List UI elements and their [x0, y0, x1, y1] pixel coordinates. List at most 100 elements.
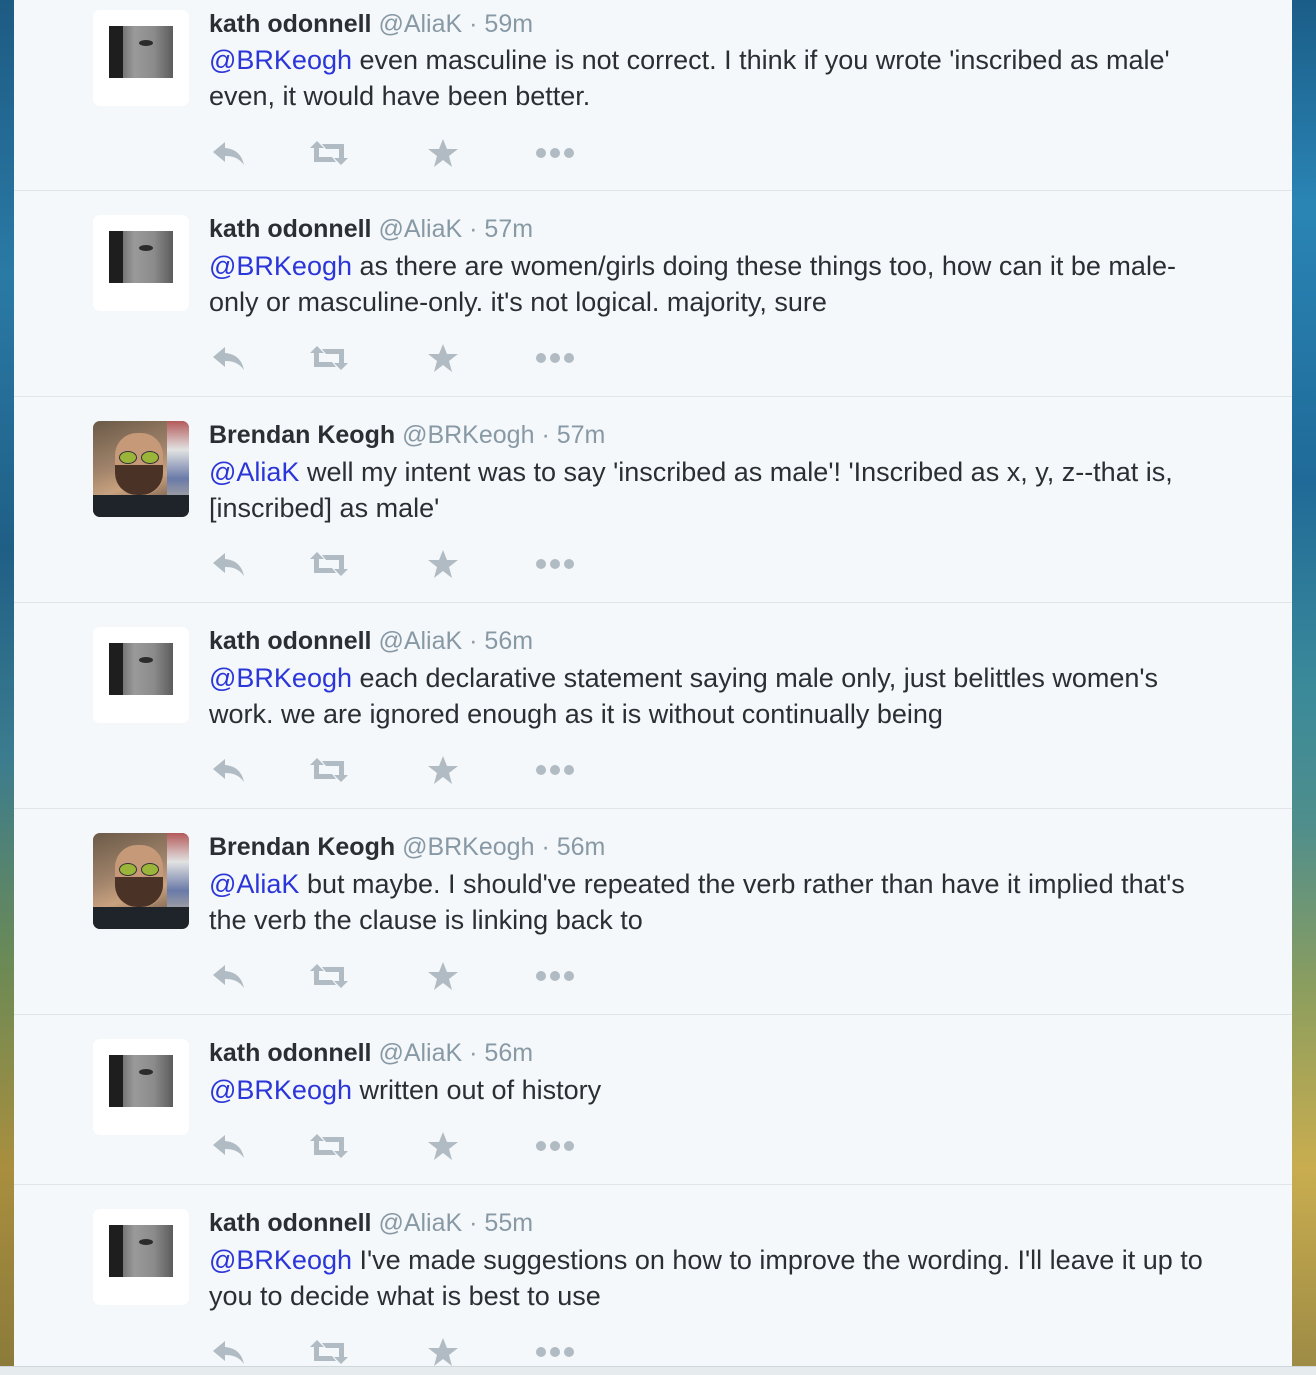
tweet: kath odonnell @AliaK · 56m @BRKeogh each…: [14, 603, 1292, 809]
avatar[interactable]: [93, 10, 189, 106]
author-handle[interactable]: @AliaK: [378, 1209, 462, 1237]
tweet-actions: [209, 1129, 629, 1163]
more-button[interactable]: [535, 1335, 575, 1366]
tweet-time[interactable]: · 55m: [469, 1209, 533, 1237]
author-handle[interactable]: @BRKeogh: [402, 421, 534, 449]
tweet-header: kath odonnell @AliaK · 56m: [209, 1038, 533, 1068]
avatar[interactable]: [93, 1209, 189, 1305]
tweet-timeline: kath odonnell @AliaK · 59m @BRKeogh even…: [14, 0, 1292, 1366]
tweet-header: Brendan Keogh @BRKeogh · 57m: [209, 420, 605, 450]
star-icon: [427, 1131, 459, 1161]
mention-link[interactable]: @BRKeogh: [209, 45, 352, 75]
tweet-text: @BRKeogh written out of history: [209, 1072, 1219, 1108]
mention-link[interactable]: @BRKeogh: [209, 1075, 352, 1105]
more-dots-icon: [535, 147, 575, 159]
tweet-time[interactable]: · 57m: [541, 421, 605, 449]
tweet: Brendan Keogh @BRKeogh · 56m @AliaK but …: [14, 809, 1292, 1015]
author-name[interactable]: kath odonnell: [209, 215, 372, 243]
tweet-actions: [209, 1335, 629, 1366]
favorite-button[interactable]: [423, 1129, 463, 1163]
author-name[interactable]: kath odonnell: [209, 1209, 372, 1237]
reply-button[interactable]: [209, 341, 249, 375]
mention-link[interactable]: @AliaK: [209, 457, 299, 487]
tweet-actions: [209, 341, 629, 375]
avatar[interactable]: [93, 421, 189, 517]
author-handle[interactable]: @AliaK: [378, 1039, 462, 1067]
favorite-button[interactable]: [423, 753, 463, 787]
tweet-time[interactable]: · 57m: [469, 215, 533, 243]
author-handle[interactable]: @AliaK: [378, 627, 462, 655]
reply-icon: [211, 756, 247, 784]
tweet-header: kath odonnell @AliaK · 59m: [209, 9, 533, 39]
avatar[interactable]: [93, 833, 189, 929]
tweet-time[interactable]: · 59m: [469, 10, 533, 38]
favorite-button[interactable]: [423, 341, 463, 375]
retweet-button[interactable]: [309, 753, 349, 787]
star-icon: [427, 961, 459, 991]
tweet-text: @BRKeogh as there are women/girls doing …: [209, 248, 1219, 320]
tweet-body: well my intent was to say 'inscribed as …: [209, 457, 1173, 523]
mention-link[interactable]: @BRKeogh: [209, 251, 352, 281]
reply-button[interactable]: [209, 753, 249, 787]
favorite-button[interactable]: [423, 959, 463, 993]
author-handle[interactable]: @BRKeogh: [402, 833, 534, 861]
author-handle[interactable]: @AliaK: [378, 10, 462, 38]
retweet-icon: [308, 756, 350, 784]
more-button[interactable]: [535, 136, 575, 170]
retweet-button[interactable]: [309, 547, 349, 581]
retweet-icon: [308, 344, 350, 372]
more-button[interactable]: [535, 1129, 575, 1163]
retweet-button[interactable]: [309, 136, 349, 170]
author-name[interactable]: Brendan Keogh: [209, 421, 395, 449]
more-button[interactable]: [535, 547, 575, 581]
tweet-time[interactable]: · 56m: [469, 1039, 533, 1067]
reply-icon: [211, 1338, 247, 1366]
more-dots-icon: [535, 1346, 575, 1358]
retweet-button[interactable]: [309, 1335, 349, 1366]
tweet-time[interactable]: · 56m: [469, 627, 533, 655]
avatar[interactable]: [93, 627, 189, 723]
mention-link[interactable]: @BRKeogh: [209, 1245, 352, 1275]
favorite-button[interactable]: [423, 547, 463, 581]
tweet-body: I've made suggestions on how to improve …: [209, 1245, 1203, 1311]
more-button[interactable]: [535, 753, 575, 787]
retweet-icon: [308, 1132, 350, 1160]
reply-icon: [211, 550, 247, 578]
reply-button[interactable]: [209, 1129, 249, 1163]
tweet-time[interactable]: · 56m: [541, 833, 605, 861]
tweet-body: as there are women/girls doing these thi…: [209, 251, 1176, 317]
author-name[interactable]: Brendan Keogh: [209, 833, 395, 861]
mention-link[interactable]: @BRKeogh: [209, 663, 352, 693]
favorite-button[interactable]: [423, 1335, 463, 1366]
retweet-icon: [308, 550, 350, 578]
author-name[interactable]: kath odonnell: [209, 627, 372, 655]
more-button[interactable]: [535, 341, 575, 375]
retweet-button[interactable]: [309, 959, 349, 993]
reply-button[interactable]: [209, 136, 249, 170]
tweet: kath odonnell @AliaK · 57m @BRKeogh as t…: [14, 191, 1292, 397]
tweet: kath odonnell @AliaK · 55m @BRKeogh I've…: [14, 1185, 1292, 1366]
reply-icon: [211, 962, 247, 990]
reply-button[interactable]: [209, 547, 249, 581]
retweet-button[interactable]: [309, 341, 349, 375]
mention-link[interactable]: @AliaK: [209, 869, 299, 899]
author-handle[interactable]: @AliaK: [378, 215, 462, 243]
reply-button[interactable]: [209, 1335, 249, 1366]
avatar[interactable]: [93, 215, 189, 311]
reply-button[interactable]: [209, 959, 249, 993]
author-name[interactable]: kath odonnell: [209, 1039, 372, 1067]
tweet-header: kath odonnell @AliaK · 56m: [209, 626, 533, 656]
author-name[interactable]: kath odonnell: [209, 10, 372, 38]
tweet-body: but maybe. I should've repeated the verb…: [209, 869, 1185, 935]
tweet: kath odonnell @AliaK · 56m @BRKeogh writ…: [14, 1015, 1292, 1185]
more-button[interactable]: [535, 959, 575, 993]
star-icon: [427, 549, 459, 579]
star-icon: [427, 1337, 459, 1366]
avatar[interactable]: [93, 1039, 189, 1135]
favorite-button[interactable]: [423, 136, 463, 170]
retweet-icon: [308, 139, 350, 167]
retweet-button[interactable]: [309, 1129, 349, 1163]
reply-icon: [211, 139, 247, 167]
more-dots-icon: [535, 970, 575, 982]
background-left: [0, 0, 14, 1374]
